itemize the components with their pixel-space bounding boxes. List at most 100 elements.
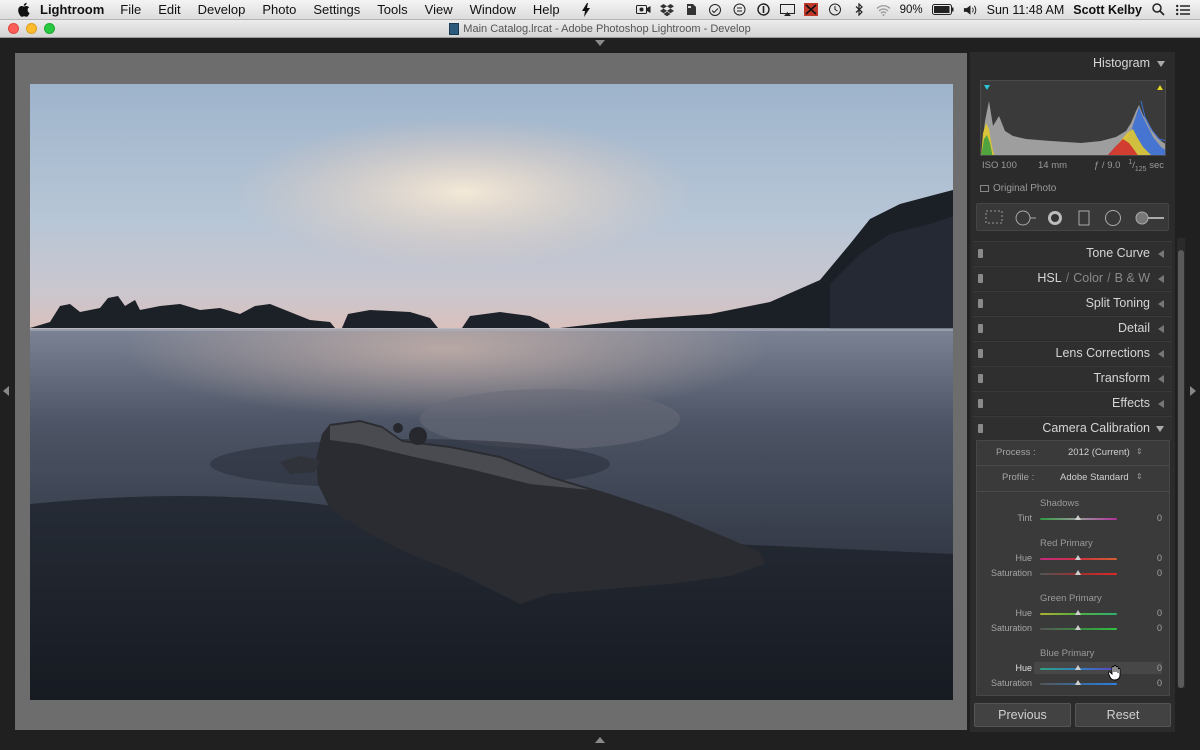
lens-corrections-switch[interactable] — [978, 349, 983, 358]
shadows-section-title: Shadows — [1040, 498, 1080, 509]
photo-preview[interactable] — [30, 84, 953, 700]
tone-curve-switch[interactable] — [978, 249, 983, 258]
menu-tools[interactable]: Tools — [377, 2, 407, 17]
hsl-panel-header[interactable]: HSL / Color / B & W — [973, 266, 1172, 290]
battery-icon[interactable] — [931, 3, 954, 16]
profile-dropdown[interactable]: Adobe Standard — [1060, 472, 1129, 483]
graduated-filter-icon[interactable] — [1078, 210, 1090, 226]
right-panel-toggle[interactable] — [1190, 386, 1196, 396]
camera-calibration-collapse-icon[interactable] — [1156, 426, 1164, 432]
spot-removal-icon[interactable] — [1015, 210, 1037, 226]
video-camera-icon[interactable] — [635, 3, 651, 16]
airplay-icon[interactable] — [779, 3, 795, 16]
bolt-icon[interactable] — [579, 2, 594, 17]
sync-icon[interactable] — [732, 3, 747, 16]
lens-corrections-panel-header[interactable]: Lens Corrections — [973, 341, 1172, 365]
transform-expand-icon[interactable] — [1158, 375, 1164, 383]
blue-hue-slider-thumb[interactable] — [1075, 665, 1081, 670]
camera-calibration-panel-header[interactable]: Camera Calibration — [973, 416, 1172, 440]
original-photo-toggle[interactable]: Original Photo — [980, 181, 1056, 195]
green-saturation-value[interactable]: 0 — [1148, 623, 1162, 633]
previous-button[interactable]: Previous — [974, 703, 1071, 727]
camera-calibration-switch[interactable] — [978, 424, 983, 433]
detail-expand-icon[interactable] — [1158, 325, 1164, 333]
cloud-icon[interactable] — [708, 3, 723, 16]
apple-icon[interactable] — [16, 2, 30, 17]
menu-help[interactable]: Help — [533, 2, 560, 17]
evernote-icon[interactable] — [684, 3, 699, 16]
bottom-panel-toggle[interactable] — [595, 737, 605, 743]
dropbox-icon[interactable] — [660, 3, 675, 16]
split-toning-switch[interactable] — [978, 299, 983, 308]
tone-curve-expand-icon[interactable] — [1158, 250, 1164, 258]
tint-slider-thumb[interactable] — [1075, 515, 1081, 520]
wifi-icon[interactable] — [876, 3, 891, 16]
radial-filter-icon[interactable] — [1104, 210, 1122, 226]
histogram-collapse-icon[interactable] — [1157, 61, 1165, 67]
left-panel-toggle[interactable] — [3, 386, 9, 396]
transform-panel-header[interactable]: Transform — [973, 366, 1172, 390]
menu-edit[interactable]: Edit — [158, 2, 180, 17]
detail-switch[interactable] — [978, 324, 983, 333]
profile-dropdown-arrows-icon[interactable]: ⇕ — [1136, 472, 1143, 481]
green-hue-slider-thumb[interactable] — [1075, 610, 1081, 615]
red-saturation-value[interactable]: 0 — [1148, 568, 1162, 578]
menu-view[interactable]: View — [425, 2, 453, 17]
app-menu-lightroom[interactable]: Lightroom — [40, 2, 104, 17]
original-photo-checkbox[interactable] — [980, 184, 989, 192]
process-dropdown[interactable]: 2012 (Current) — [1068, 447, 1130, 458]
battery-percent: 90% — [899, 3, 923, 16]
bluetooth-icon[interactable] — [852, 3, 867, 16]
menu-develop[interactable]: Develop — [198, 2, 246, 17]
window-zoom-button[interactable] — [44, 23, 55, 34]
split-toning-panel-header[interactable]: Split Toning — [973, 291, 1172, 315]
tone-curve-panel-header[interactable]: Tone Curve — [973, 241, 1172, 265]
histogram-graph[interactable] — [980, 80, 1166, 156]
effects-panel-header[interactable]: Effects — [973, 391, 1172, 415]
tab-bw[interactable]: B & W — [1115, 271, 1150, 285]
clock[interactable]: Sun 11:48 AM — [987, 3, 1065, 17]
hsl-expand-icon[interactable] — [1158, 275, 1164, 283]
top-panel-toggle[interactable] — [595, 40, 605, 46]
info-icon[interactable] — [756, 3, 771, 16]
effects-switch[interactable] — [978, 399, 983, 408]
detail-panel-header[interactable]: Detail — [973, 316, 1172, 340]
menu-file[interactable]: File — [120, 2, 141, 17]
split-toning-expand-icon[interactable] — [1158, 300, 1164, 308]
menu-settings[interactable]: Settings — [313, 2, 360, 17]
blue-hue-value[interactable]: 0 — [1148, 663, 1162, 673]
hsl-switch[interactable] — [978, 274, 983, 283]
tint-value[interactable]: 0 — [1148, 513, 1162, 523]
detail-title: Detail — [1118, 321, 1150, 335]
red-saturation-slider-thumb[interactable] — [1075, 570, 1081, 575]
menu-window[interactable]: Window — [470, 2, 516, 17]
red-hue-label: Hue — [1015, 553, 1032, 563]
blue-saturation-slider-thumb[interactable] — [1075, 680, 1081, 685]
notification-center-icon[interactable] — [1175, 3, 1190, 16]
green-hue-value[interactable]: 0 — [1148, 608, 1162, 618]
right-panel-scrollbar-thumb[interactable] — [1178, 250, 1184, 688]
histogram-header[interactable]: Histogram — [973, 52, 1172, 74]
menu-photo[interactable]: Photo — [262, 2, 296, 17]
red-hue-value[interactable]: 0 — [1148, 553, 1162, 563]
lens-corrections-expand-icon[interactable] — [1158, 350, 1164, 358]
window-minimize-button[interactable] — [26, 23, 37, 34]
red-hue-slider-thumb[interactable] — [1075, 555, 1081, 560]
process-dropdown-arrows-icon[interactable]: ⇕ — [1136, 447, 1143, 456]
window-close-button[interactable] — [8, 23, 19, 34]
effects-expand-icon[interactable] — [1158, 400, 1164, 408]
crashplan-icon[interactable] — [804, 3, 819, 16]
user-name[interactable]: Scott Kelby — [1073, 3, 1142, 17]
adjustment-brush-icon[interactable] — [1135, 210, 1165, 225]
red-eye-icon[interactable] — [1047, 210, 1063, 225]
crop-overlay-icon[interactable] — [985, 210, 1003, 224]
tab-hsl[interactable]: HSL — [1037, 271, 1061, 285]
search-icon[interactable] — [1151, 3, 1166, 16]
blue-saturation-value[interactable]: 0 — [1148, 678, 1162, 688]
reset-button[interactable]: Reset — [1075, 703, 1171, 727]
volume-icon[interactable] — [963, 3, 978, 16]
transform-switch[interactable] — [978, 374, 983, 383]
time-machine-icon[interactable] — [828, 3, 843, 16]
green-saturation-slider-thumb[interactable] — [1075, 625, 1081, 630]
tab-color[interactable]: Color — [1073, 271, 1103, 285]
